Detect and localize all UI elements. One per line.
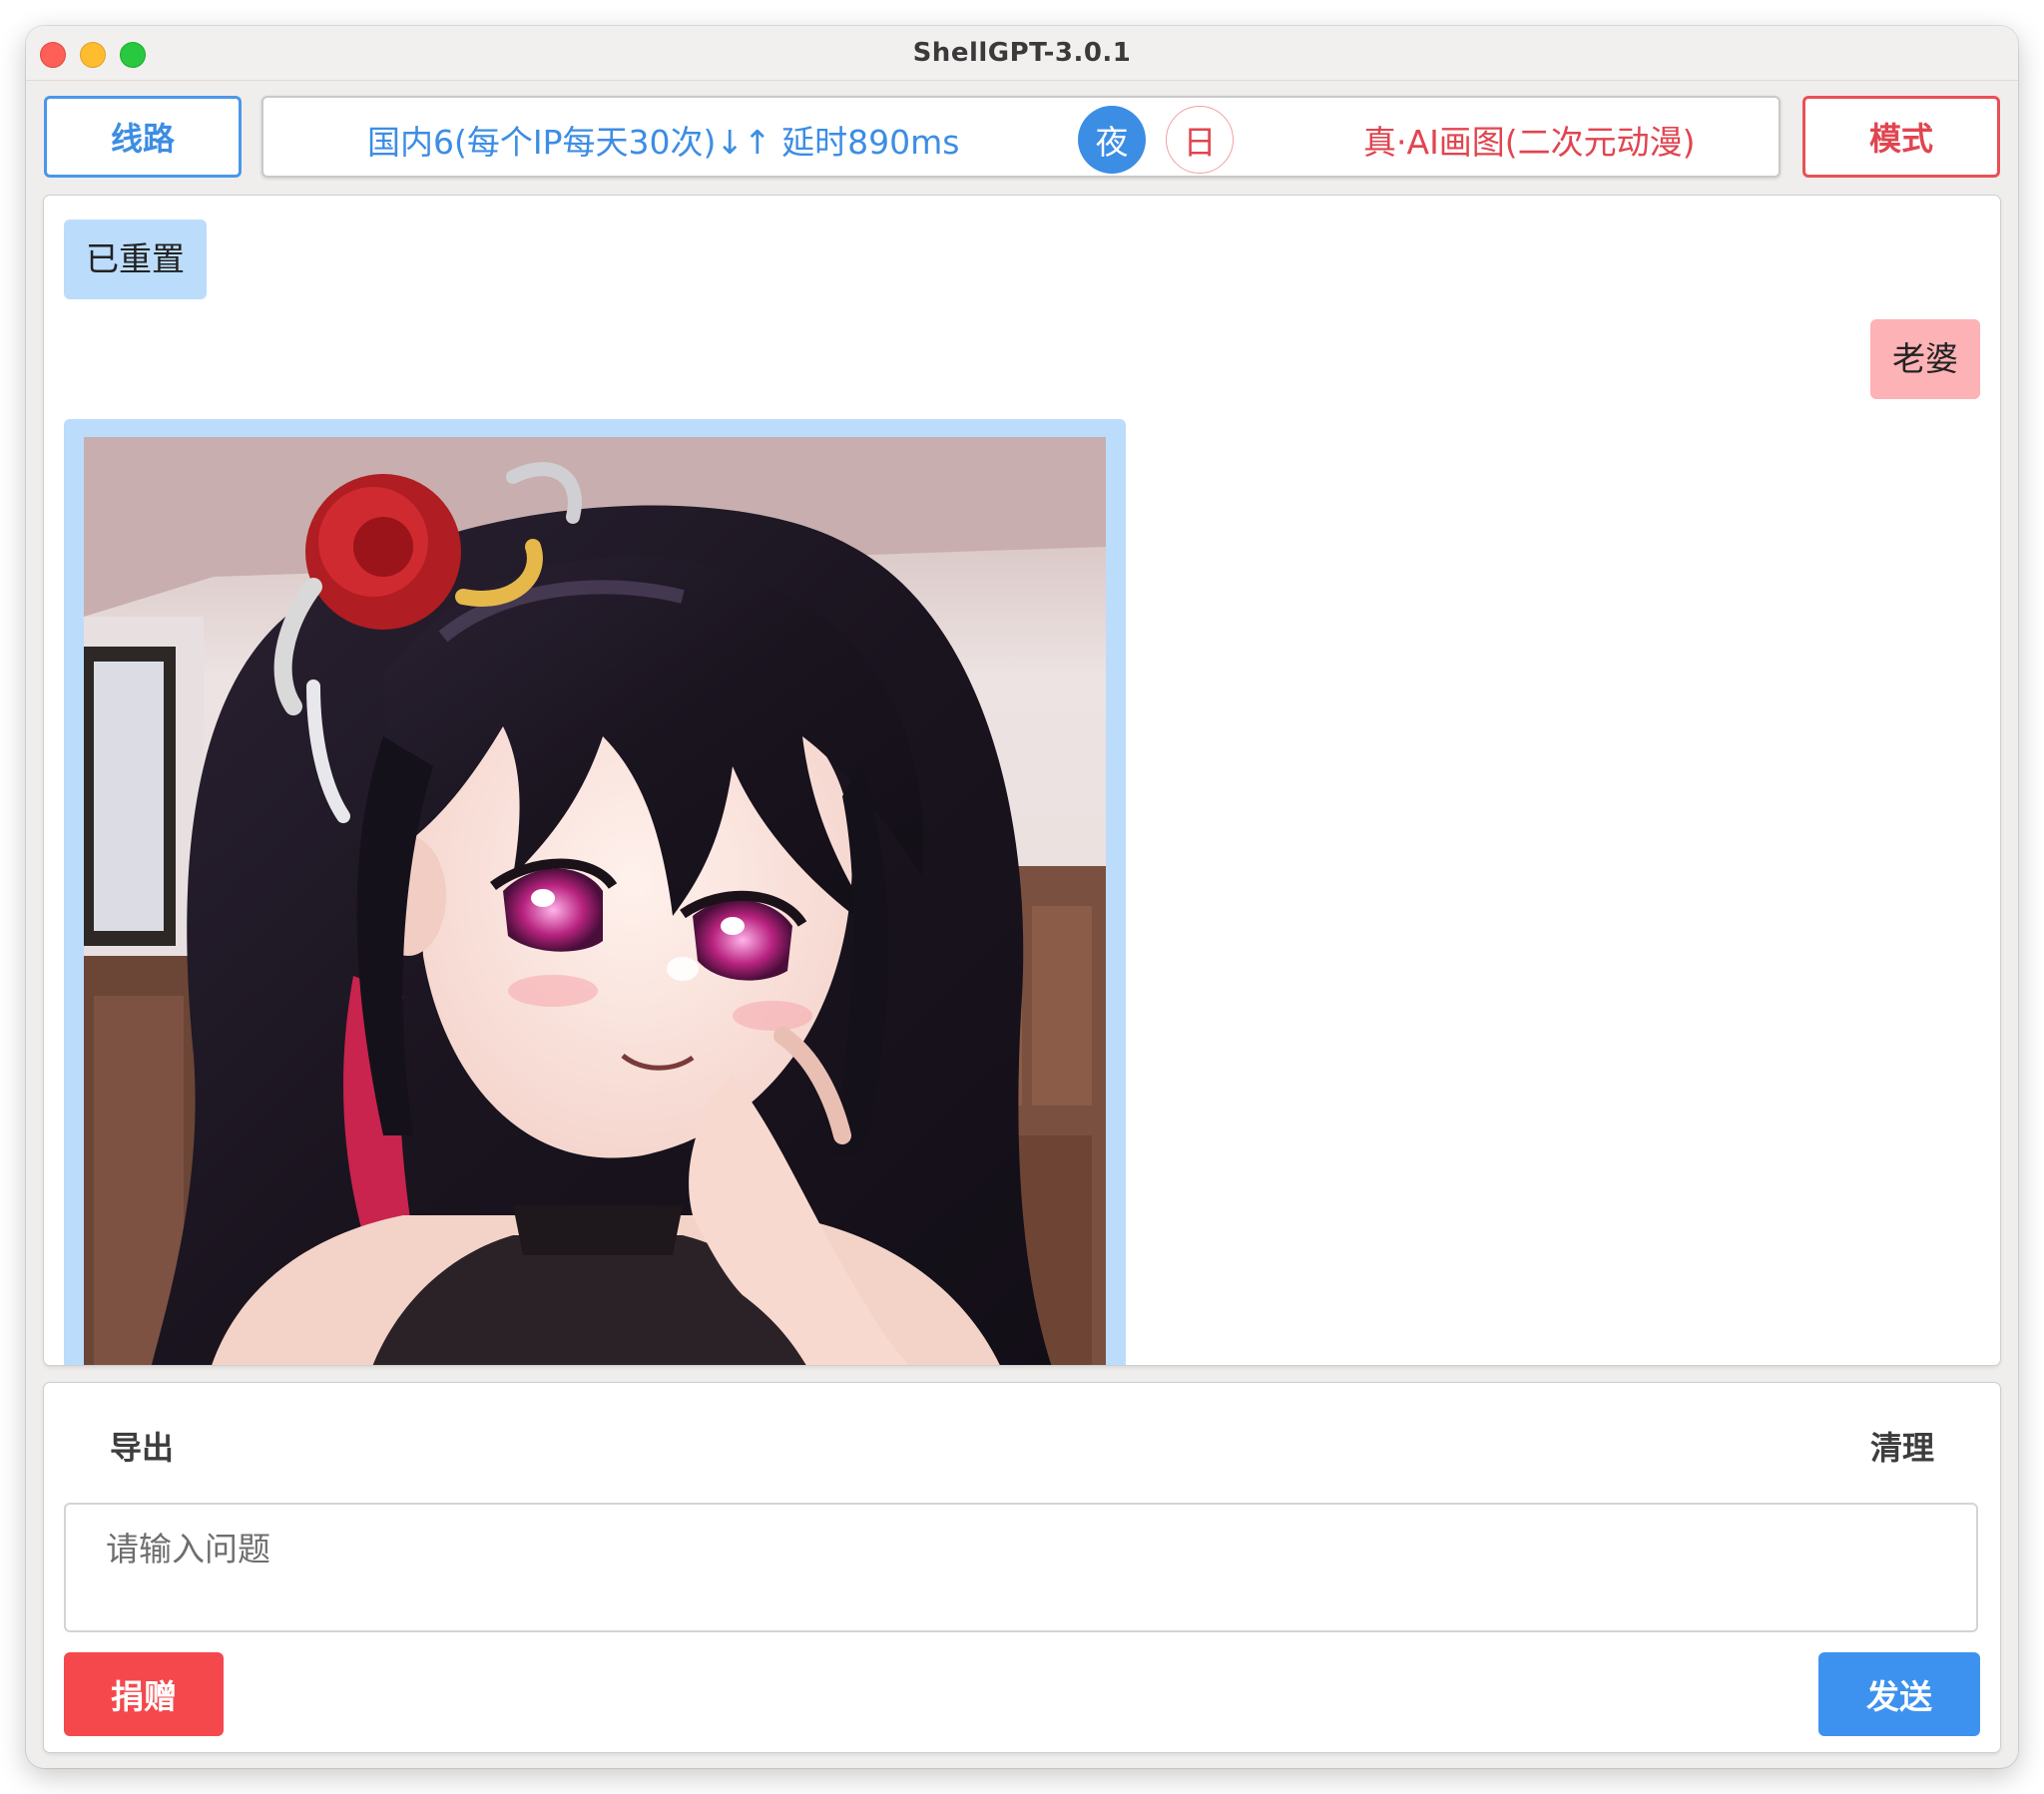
day-theme-button[interactable]: 日 bbox=[1166, 106, 1234, 174]
question-input[interactable] bbox=[64, 1503, 1978, 1632]
app-window: ShellGPT-3.0.1 线路 国内6(每个IP每天30次)↓↑ 延时890… bbox=[26, 26, 2018, 1768]
route-status-text: 国内6(每个IP每天30次)↓↑ 延时890ms bbox=[367, 123, 960, 162]
chat-area[interactable]: 已重置 老婆 bbox=[44, 196, 2000, 1365]
clear-button[interactable]: 清理 bbox=[1870, 1423, 1934, 1469]
night-theme-button[interactable]: 夜 bbox=[1078, 106, 1146, 174]
window-title: ShellGPT-3.0.1 bbox=[912, 38, 1132, 68]
status-bar: 国内6(每个IP每天30次)↓↑ 延时890ms 夜 日 真·AI画图(二次元动… bbox=[261, 96, 1781, 178]
send-button[interactable]: 发送 bbox=[1818, 1652, 1980, 1736]
assistant-image-message bbox=[64, 419, 1126, 1365]
route-button[interactable]: 线路 bbox=[44, 96, 242, 178]
generated-image[interactable] bbox=[84, 437, 1106, 1365]
mode-button[interactable]: 模式 bbox=[1802, 96, 2000, 178]
mode-status-text: 真·AI画图(二次元动漫) bbox=[1363, 123, 1696, 162]
export-button[interactable]: 导出 bbox=[110, 1423, 174, 1469]
input-panel: 导出 清理 捐赠 发送 bbox=[44, 1383, 2000, 1752]
donate-button[interactable]: 捐赠 bbox=[64, 1652, 224, 1736]
user-message-bubble: 老婆 bbox=[1870, 319, 1980, 399]
system-message-bubble: 已重置 bbox=[64, 220, 207, 299]
title-bar: ShellGPT-3.0.1 bbox=[26, 26, 2018, 81]
